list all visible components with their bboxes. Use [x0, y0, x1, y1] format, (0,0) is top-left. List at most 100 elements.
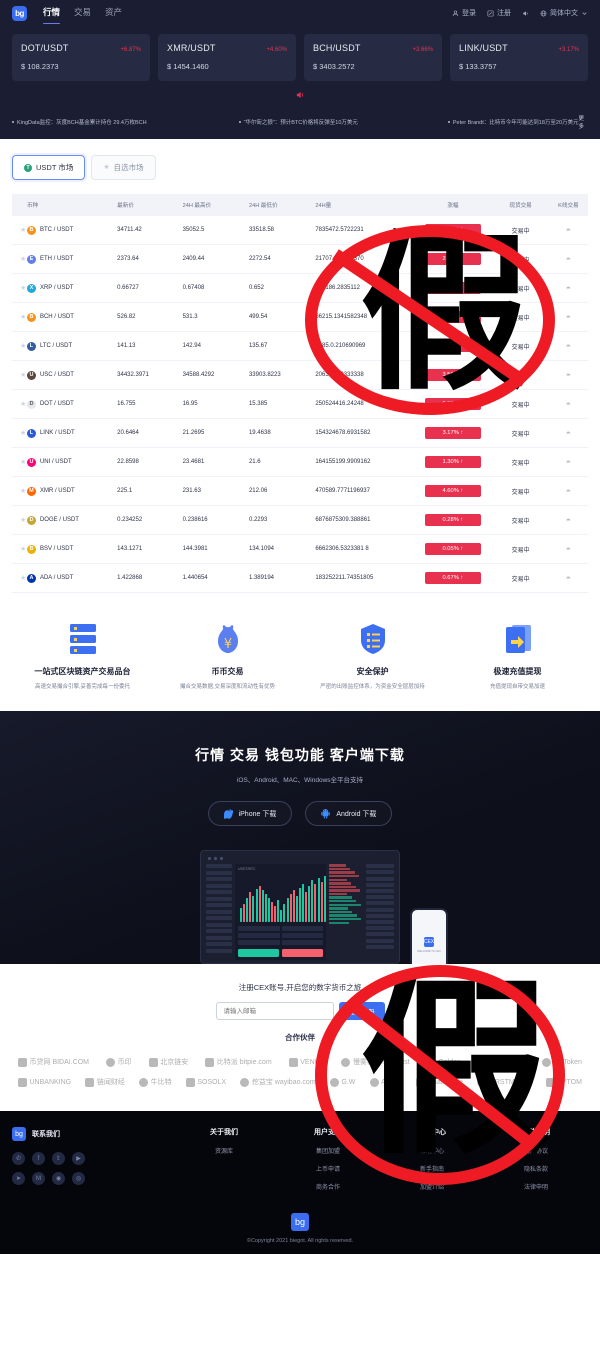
partner-logo[interactable]: MyToken: [542, 1058, 582, 1067]
kline-trade-cell[interactable]: ◓: [549, 506, 588, 535]
table-row[interactable]: ★ D DOGE / USDT 0.234252 0.238616 0.2293 68768…: [12, 506, 588, 535]
spot-trade-cell[interactable]: 交易中: [492, 390, 548, 419]
table-row[interactable]: ★ A ADA / USDT 1.422868 1.440654 1.389194 1832…: [12, 564, 588, 593]
footer-link[interactable]: 新手指南: [380, 1164, 484, 1173]
sound-toggle[interactable]: [522, 10, 529, 17]
spot-trade-cell[interactable]: 交易中: [492, 361, 548, 390]
telegram-icon[interactable]: ➤: [12, 1172, 25, 1185]
kline-trade-cell[interactable]: ◓: [549, 535, 588, 564]
spot-trade-cell[interactable]: 交易中: [492, 564, 548, 593]
partner-logo[interactable]: BYTOM: [546, 1078, 582, 1087]
table-row[interactable]: ★ L LTC / USDT 141.13 142.94 135.67 5285.0.210…: [12, 332, 588, 361]
news-item[interactable]: Peter Brandt：比特币今年可能达到18万至20万美元: [448, 118, 579, 126]
star-icon[interactable]: ★: [20, 227, 26, 234]
nav-item-markets[interactable]: 行情: [43, 6, 60, 20]
footer-link[interactable]: 上币申请: [276, 1164, 380, 1173]
register-button[interactable]: 注册: [487, 8, 511, 18]
ticker-card[interactable]: DOT/USDT +6.87% $ 108.2373: [12, 34, 150, 81]
spot-trade-cell[interactable]: 交易中: [492, 448, 548, 477]
kline-icon[interactable]: ◓: [566, 515, 571, 525]
kline-icon[interactable]: ◓: [566, 428, 571, 438]
spot-trade-cell[interactable]: 交易中: [492, 216, 548, 245]
kline-icon[interactable]: ◓: [566, 225, 571, 235]
kline-icon[interactable]: ◓: [566, 283, 571, 293]
star-icon[interactable]: ★: [20, 459, 26, 466]
table-row[interactable]: ★ M XMR / USDT 225.1 231.63 212.06 470589.7771…: [12, 477, 588, 506]
partner-logo[interactable]: 北京链安: [149, 1057, 189, 1067]
partner-logo[interactable]: AICoin: [370, 1078, 403, 1087]
partner-logo[interactable]: FIRSTMINER: [477, 1078, 531, 1087]
footer-link[interactable]: 商务合作: [276, 1182, 380, 1191]
footer-link[interactable]: 资源库: [172, 1146, 276, 1155]
iphone-download-button[interactable]: iPhone 下载: [208, 801, 293, 826]
col-coin[interactable]: 币种: [27, 194, 117, 216]
spot-trade-cell[interactable]: 交易中: [492, 477, 548, 506]
partner-logo[interactable]: 牛比特: [139, 1077, 172, 1087]
spot-trade-cell[interactable]: 交易中: [492, 245, 548, 274]
col-volume[interactable]: 24H量: [315, 194, 413, 216]
table-row[interactable]: ★ X XRP / USDT 0.66727 0.67408 0.652 137186.28…: [12, 274, 588, 303]
announcement-speaker-icon[interactable]: [295, 90, 305, 100]
news-item[interactable]: “华尔街之狼”：预计BTC价格将反弹至10万美元: [239, 118, 358, 126]
partner-logo[interactable]: Golden: [427, 1058, 461, 1067]
language-selector[interactable]: 简体中文: [540, 8, 588, 18]
footer-link[interactable]: 用户协议: [484, 1146, 588, 1155]
table-row[interactable]: ★ U USC / USDT 34432.3971 34588.4292 33903.82…: [12, 361, 588, 390]
wechat-icon[interactable]: ✆: [12, 1152, 25, 1165]
table-row[interactable]: ★ B BCH / USDT 526.82 531.3 499.54 66215.13415…: [12, 303, 588, 332]
kline-trade-cell[interactable]: ◓: [549, 564, 588, 593]
spot-trade-cell[interactable]: 交易中: [492, 303, 548, 332]
youtube-icon[interactable]: ▶: [72, 1152, 85, 1165]
footer-link[interactable]: 加盟介绍: [380, 1182, 484, 1191]
star-icon[interactable]: ★: [20, 343, 26, 350]
tab-favorites-market[interactable]: ★ 自选市场: [91, 155, 155, 180]
login-button[interactable]: 登录: [452, 8, 476, 18]
kline-icon[interactable]: ◓: [566, 341, 571, 351]
partner-logo[interactable]: ChainNews: [478, 1058, 525, 1067]
kline-icon[interactable]: ◓: [566, 457, 571, 467]
footer-link[interactable]: 集团加盟: [276, 1146, 380, 1155]
spot-trade-cell[interactable]: 交易中: [492, 535, 548, 564]
nav-item-trade[interactable]: 交易: [74, 6, 91, 20]
col-change[interactable]: 涨幅: [413, 194, 492, 216]
spot-trade-cell[interactable]: 交易中: [492, 332, 548, 361]
twitter-icon[interactable]: 𝕥: [52, 1152, 65, 1165]
partner-logo[interactable]: G.W: [330, 1078, 356, 1087]
col-low[interactable]: 24H 最低价: [249, 194, 315, 216]
spot-trade-cell[interactable]: 交易中: [492, 506, 548, 535]
kline-trade-cell[interactable]: ◓: [549, 419, 588, 448]
table-row[interactable]: ★ U UNI / USDT 22.8598 23.4681 21.6 164155199.…: [12, 448, 588, 477]
partner-logo[interactable]: 链闻财经: [85, 1077, 125, 1087]
nav-item-assets[interactable]: 资产: [105, 6, 122, 20]
star-icon[interactable]: ★: [20, 575, 26, 582]
table-row[interactable]: ★ B BTC / USDT 34711.42 35052.5 33518.58 78354…: [12, 216, 588, 245]
partner-logo[interactable]: ChainStore: [416, 1078, 463, 1087]
kline-trade-cell[interactable]: ◓: [549, 390, 588, 419]
facebook-icon[interactable]: f: [32, 1152, 45, 1165]
kline-icon[interactable]: ◓: [566, 573, 571, 583]
ticker-card[interactable]: BCH/USDT +3.66% $ 3403.2572: [304, 34, 442, 81]
ticker-card[interactable]: LINK/USDT +3.17% $ 133.3757: [450, 34, 588, 81]
kline-trade-cell[interactable]: ◓: [549, 477, 588, 506]
star-icon[interactable]: ★: [20, 372, 26, 379]
table-row[interactable]: ★ B BSV / USDT 143.1271 144.3981 134.1094 6662…: [12, 535, 588, 564]
weibo-icon[interactable]: ◎: [72, 1172, 85, 1185]
kline-icon[interactable]: ◓: [566, 312, 571, 322]
partner-logo[interactable]: 币贷网 BIDAI.COM: [18, 1057, 89, 1067]
kline-trade-cell[interactable]: ◓: [549, 274, 588, 303]
partner-logo[interactable]: 挖益宝 wayibao.com: [240, 1077, 315, 1087]
news-item[interactable]: KingData监控：灰度BCH基金累计持仓 29.4万枚BCH: [12, 118, 147, 126]
kline-icon[interactable]: ◓: [566, 399, 571, 409]
kline-icon[interactable]: ◓: [566, 544, 571, 554]
star-icon[interactable]: ★: [20, 546, 26, 553]
partner-logo[interactable]: 币印: [106, 1057, 132, 1067]
star-icon[interactable]: ★: [20, 488, 26, 495]
android-download-button[interactable]: Android 下载: [305, 801, 392, 826]
star-icon[interactable]: ★: [20, 285, 26, 292]
kline-trade-cell[interactable]: ◓: [549, 448, 588, 477]
ticker-card[interactable]: XMR/USDT +4.60% $ 1454.1460: [158, 34, 296, 81]
table-row[interactable]: ★ E ETH / USDT 2373.64 2409.44 2272.54 21707.0…: [12, 245, 588, 274]
partner-logo[interactable]: 慢雾科技 slowmist: [341, 1057, 409, 1067]
news-more-link[interactable]: 更多: [579, 114, 588, 130]
brand-logo[interactable]: bg: [12, 6, 27, 21]
